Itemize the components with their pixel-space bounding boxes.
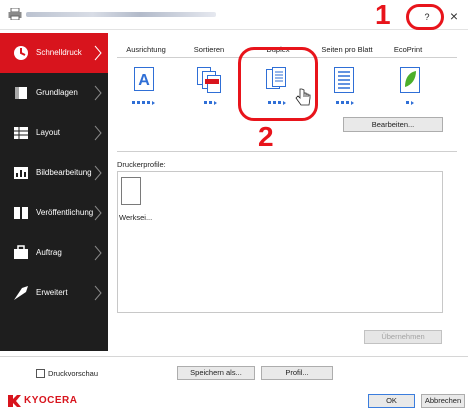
sidebar-item-schnelldruck[interactable]: Schnelldruck <box>0 33 108 73</box>
chevron-right-icon <box>94 245 102 261</box>
profile-thumbnail-icon <box>121 177 141 205</box>
sidebar-item-label: Grundlagen <box>36 88 78 97</box>
printer-profiles-list[interactable] <box>117 171 443 313</box>
chevron-right-icon <box>94 45 102 61</box>
ok-button[interactable]: OK <box>368 394 415 408</box>
kyocera-logo-icon <box>8 395 21 407</box>
save-as-button[interactable]: Speichern als... <box>177 366 255 380</box>
kyocera-logo: KYOCERA <box>8 394 88 408</box>
chevron-right-icon <box>94 125 102 141</box>
basics-icon <box>15 87 27 99</box>
collate-indicator <box>204 98 219 105</box>
close-button[interactable]: × <box>445 8 463 24</box>
orientation-indicator <box>132 98 157 105</box>
sidebar-item-grundlagen[interactable]: Grundlagen <box>0 73 108 113</box>
sidebar-item-label: Layout <box>36 128 61 137</box>
section-divider <box>117 151 457 152</box>
sidebar-item-bildbearbeitung[interactable]: Bildbearbeitung <box>0 153 108 193</box>
sidebar-item-label: Erweitert <box>36 288 68 297</box>
chevron-right-icon <box>94 165 102 181</box>
sidebar-item-label: Schnelldruck <box>36 48 82 57</box>
tab-ecoprint[interactable]: EcoPrint <box>383 45 433 54</box>
sidebar-item-veroeffentlichung[interactable]: Veröffentlichung <box>0 193 108 233</box>
quick-print-icon <box>14 46 28 60</box>
cancel-button[interactable]: Abbrechen <box>421 394 465 408</box>
annotation-marker-2: 2 <box>258 121 274 152</box>
edit-button[interactable]: Bearbeiten... <box>343 117 443 132</box>
tab-seiten-pro-blatt[interactable]: Seiten pro Blatt <box>316 45 378 54</box>
chevron-right-icon <box>94 85 102 101</box>
sidebar-item-label: Veröffentlichung <box>36 208 94 217</box>
chevron-right-icon <box>94 285 102 301</box>
profile-item-factory-default[interactable]: Werksei... <box>119 177 157 227</box>
profile-item-label: Werksei... <box>119 213 153 222</box>
printer-icon <box>8 8 22 20</box>
sidebar-item-layout[interactable]: Layout <box>0 113 108 153</box>
sidebar-item-auftrag[interactable]: Auftrag <box>0 233 108 273</box>
annotation-marker-1: 1 <box>375 0 391 30</box>
svg-text:A: A <box>138 72 150 89</box>
print-preview-label: Druckvorschau <box>48 369 99 378</box>
tab-ausrichtung[interactable]: Ausrichtung <box>121 45 171 54</box>
ecoprint-indicator <box>406 98 416 105</box>
advanced-icon <box>14 286 28 300</box>
sidebar-item-label: Bildbearbeitung <box>36 168 92 177</box>
print-preview-checkbox[interactable] <box>36 369 45 378</box>
help-highlight-ring <box>406 4 444 30</box>
orientation-icon[interactable]: A <box>134 67 154 91</box>
sidebar-item-erweitert[interactable]: Erweitert <box>0 273 108 313</box>
footer-divider <box>0 356 468 357</box>
title-bar: ? × <box>0 0 468 30</box>
image-edit-icon <box>14 167 28 179</box>
pages-per-sheet-icon[interactable] <box>334 67 354 93</box>
tab-sortieren[interactable]: Sortieren <box>184 45 234 54</box>
collate-icon[interactable] <box>197 67 223 93</box>
ecoprint-icon[interactable] <box>400 67 420 93</box>
publishing-icon <box>14 207 28 219</box>
duplex-highlight-ring <box>238 47 318 121</box>
brand-name: KYOCERA <box>24 395 78 406</box>
layout-icon <box>14 127 28 139</box>
job-icon <box>14 245 28 259</box>
profile-button[interactable]: Profil... <box>261 366 333 380</box>
chevron-right-icon <box>94 205 102 221</box>
window-title-blurred <box>26 12 216 17</box>
pages-per-sheet-indicator <box>336 98 356 105</box>
printer-profiles-label: Druckerprofile: <box>117 160 166 169</box>
sidebar-item-label: Auftrag <box>36 248 62 257</box>
apply-button[interactable]: Übernehmen <box>364 330 442 344</box>
sidebar: Schnelldruck Grundlagen Layout Bildbearb… <box>0 33 108 351</box>
